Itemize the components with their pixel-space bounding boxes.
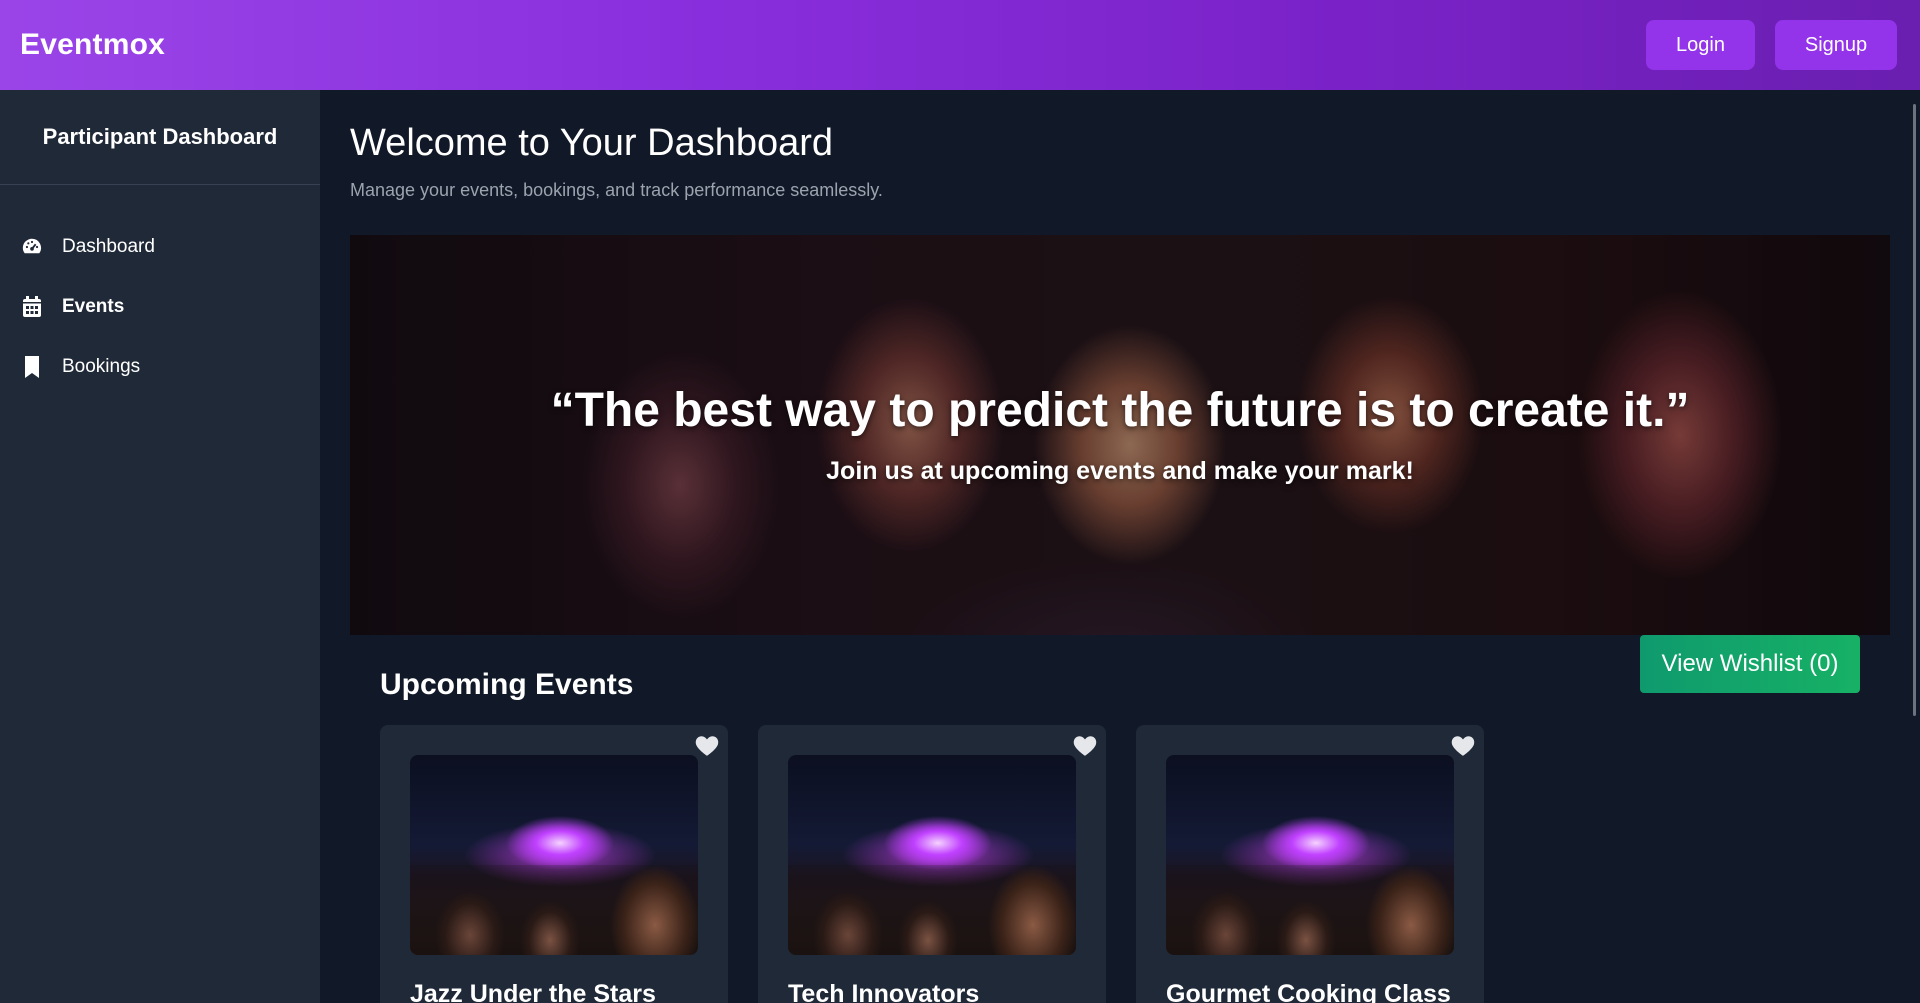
event-title: Tech Innovators [788,980,980,1003]
scrollbar-thumb[interactable] [1913,104,1916,716]
top-navbar: Eventmox Login Signup [0,0,1920,90]
event-card[interactable]: Jazz Under the Stars [380,725,728,1003]
auth-buttons: Login Signup [1646,20,1900,70]
heart-icon[interactable] [1450,733,1476,759]
sidebar-item-dashboard[interactable]: Dashboard [0,217,320,277]
sidebar-item-label: Bookings [62,356,141,377]
page-subtitle: Manage your events, bookings, and track … [350,180,883,200]
sidebar-title: Participant Dashboard [0,90,320,185]
calendar-icon [20,295,44,319]
sidebar-item-label: Dashboard [62,236,155,257]
event-image [788,755,1076,955]
sidebar-item-bookings[interactable]: Bookings [0,337,320,397]
gauge-icon [20,235,44,259]
brand-logo[interactable]: Eventmox [20,28,165,62]
hero-quote: “The best way to predict the future is t… [550,384,1690,437]
page-title: Welcome to Your Dashboard [350,122,834,164]
main-content: Welcome to Your Dashboard Manage your ev… [320,90,1920,1003]
heart-icon[interactable] [694,733,720,759]
event-card[interactable]: Gourmet Cooking Class [1136,725,1484,1003]
bookmark-icon [20,355,44,379]
sidebar-item-events[interactable]: Events [0,277,320,337]
event-title: Jazz Under the Stars [410,980,656,1003]
hero-cta: Join us at upcoming events and make your… [826,457,1414,485]
upcoming-events-heading: Upcoming Events [380,668,634,701]
event-image [1166,755,1454,955]
event-cards: Jazz Under the Stars Tech Innovators Gou… [380,725,1484,1003]
sidebar-nav: Dashboard Events Bookings [0,185,320,397]
sidebar-item-label: Events [62,296,125,317]
login-button[interactable]: Login [1646,20,1755,70]
hero-banner: “The best way to predict the future is t… [350,235,1890,635]
sidebar: Participant Dashboard Dashboard Events B… [0,90,320,1003]
view-wishlist-button[interactable]: View Wishlist (0) [1640,635,1860,693]
event-title: Gourmet Cooking Class [1166,980,1451,1003]
event-card[interactable]: Tech Innovators [758,725,1106,1003]
signup-button[interactable]: Signup [1775,20,1897,70]
event-image [410,755,698,955]
heart-icon[interactable] [1072,733,1098,759]
